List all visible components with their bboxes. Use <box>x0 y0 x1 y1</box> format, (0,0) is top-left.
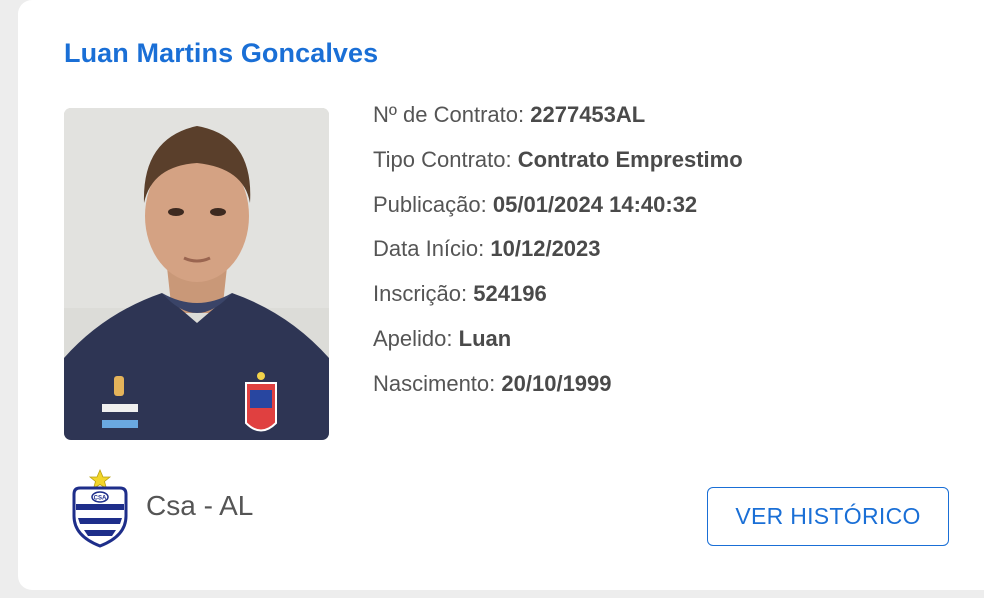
player-card: Luan Martins Goncalves Nº de Contrato: 2… <box>18 0 984 590</box>
contract-number-value: 2277453AL <box>530 102 646 127</box>
registration-row: Inscrição: 524196 <box>373 279 743 324</box>
contract-type-value: Contrato Emprestimo <box>517 146 743 172</box>
view-history-button[interactable]: VER HISTÓRICO <box>707 487 949 546</box>
contract-info: Nº de Contrato: 2277453AL Tipo Contrato:… <box>373 100 743 414</box>
publication-value: 05/01/2024 14:40:32 <box>492 191 698 217</box>
publication-row: Publicação: 05/01/2024 14:40:32 <box>373 190 743 235</box>
start-date-value: 10/12/2023 <box>490 236 601 262</box>
player-name[interactable]: Luan Martins Goncalves <box>64 38 378 69</box>
contract-type-row: Tipo Contrato: Contrato Emprestimo <box>373 145 743 190</box>
start-date-label: Data Início: <box>373 236 485 262</box>
csa-crest-icon: CSA <box>68 468 132 548</box>
nickname-row: Apelido: Luan <box>373 324 743 369</box>
nickname-value: Luan <box>458 325 512 351</box>
start-date-row: Data Início: 10/12/2023 <box>373 234 743 279</box>
contract-number-row: Nº de Contrato: 2277453AL <box>373 100 743 145</box>
contract-number-label: Nº de Contrato: <box>373 102 525 127</box>
registration-label: Inscrição: <box>373 281 468 307</box>
nickname-label: Apelido: <box>373 325 453 351</box>
club-name[interactable]: Csa - AL <box>146 490 253 522</box>
registration-value: 524196 <box>473 281 547 307</box>
birth-date-row: Nascimento: 20/10/1999 <box>373 369 743 414</box>
player-photo <box>64 108 329 440</box>
svg-text:CSA: CSA <box>94 496 107 502</box>
birth-date-value: 20/10/1999 <box>501 370 612 396</box>
publication-label: Publicação: <box>373 191 487 217</box>
birth-date-label: Nascimento: <box>373 370 496 396</box>
contract-type-label: Tipo Contrato: <box>373 146 512 172</box>
